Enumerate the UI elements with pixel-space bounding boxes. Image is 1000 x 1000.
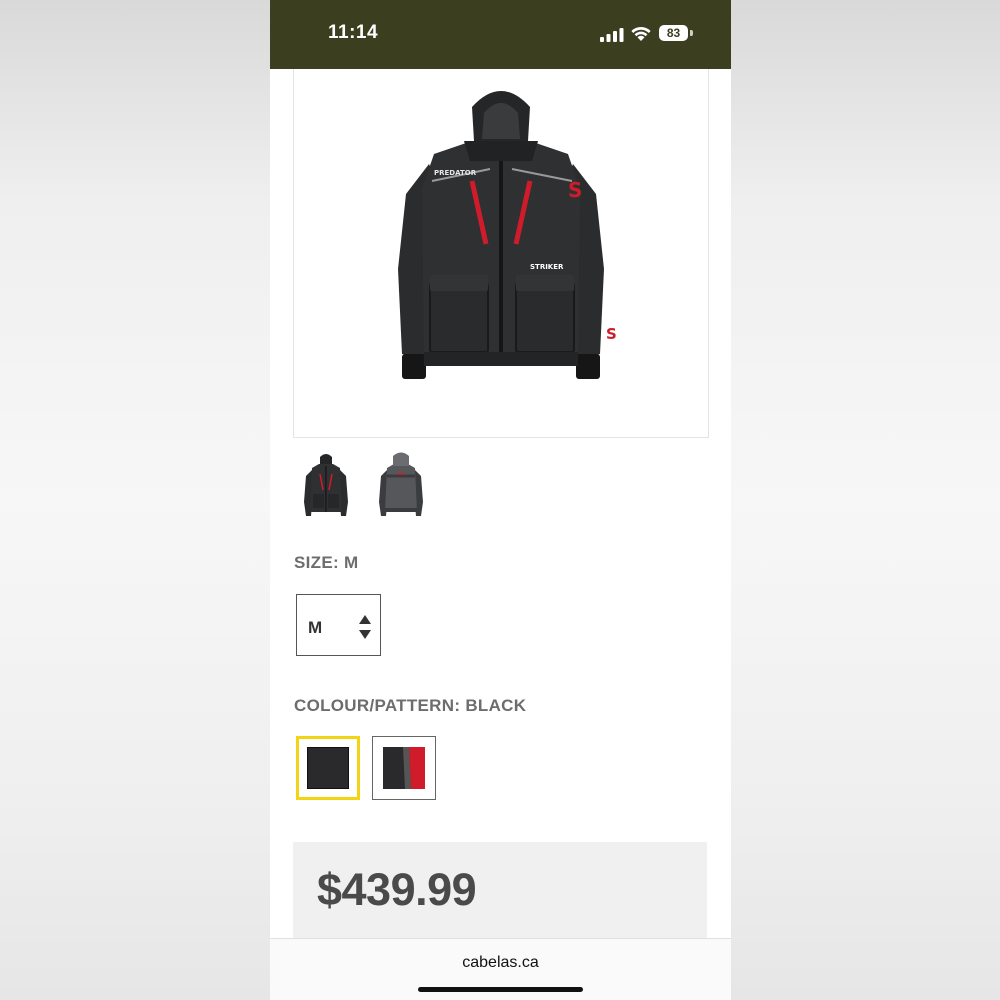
status-time: 11:14	[328, 22, 379, 43]
colour-pattern-label: COLOUR/PATTERN: BLACK	[294, 696, 527, 715]
size-select[interactable]: M	[296, 594, 381, 656]
product-main-image[interactable]: S S PREDATOR STRIKER	[293, 69, 709, 438]
battery-level: 83	[666, 26, 681, 40]
colour-swatch-black-red[interactable]	[372, 736, 436, 800]
phone-screen: 11:14 83 S S PREDATOR STRIKER SIZE: M M …	[270, 0, 731, 1000]
select-up-down-arrows-icon	[359, 615, 371, 639]
price-box: $439.99	[293, 842, 707, 952]
svg-text:PREDATOR: PREDATOR	[434, 169, 477, 177]
swatch-black-fill	[307, 747, 349, 789]
svg-text:STRIKER: STRIKER	[530, 263, 564, 271]
swatch-black-red-fill	[383, 747, 425, 789]
colour-swatch-black[interactable]	[296, 736, 360, 800]
jacket-back-thumbnail-icon	[379, 452, 423, 516]
battery-indicator: 83	[659, 25, 688, 41]
browser-url-bar[interactable]: cabelas.ca	[270, 938, 731, 1000]
size-selected-value: M	[308, 618, 323, 637]
home-indicator[interactable]	[418, 987, 583, 992]
svg-text:S: S	[606, 325, 617, 343]
size-label: SIZE: M	[294, 553, 359, 572]
thumbnail-back[interactable]	[371, 452, 431, 524]
svg-text:S: S	[568, 178, 582, 202]
url-text: cabelas.ca	[462, 954, 539, 971]
battery-tip-icon	[690, 30, 693, 36]
jacket-front-image: S S PREDATOR STRIKER	[398, 91, 617, 379]
product-price: $439.99	[317, 864, 477, 915]
wifi-icon	[631, 26, 651, 41]
status-bar: 11:14 83	[270, 0, 731, 69]
cellular-signal-icon	[600, 28, 624, 42]
thumbnail-front[interactable]	[296, 452, 356, 524]
jacket-front-thumbnail-icon	[304, 454, 348, 516]
